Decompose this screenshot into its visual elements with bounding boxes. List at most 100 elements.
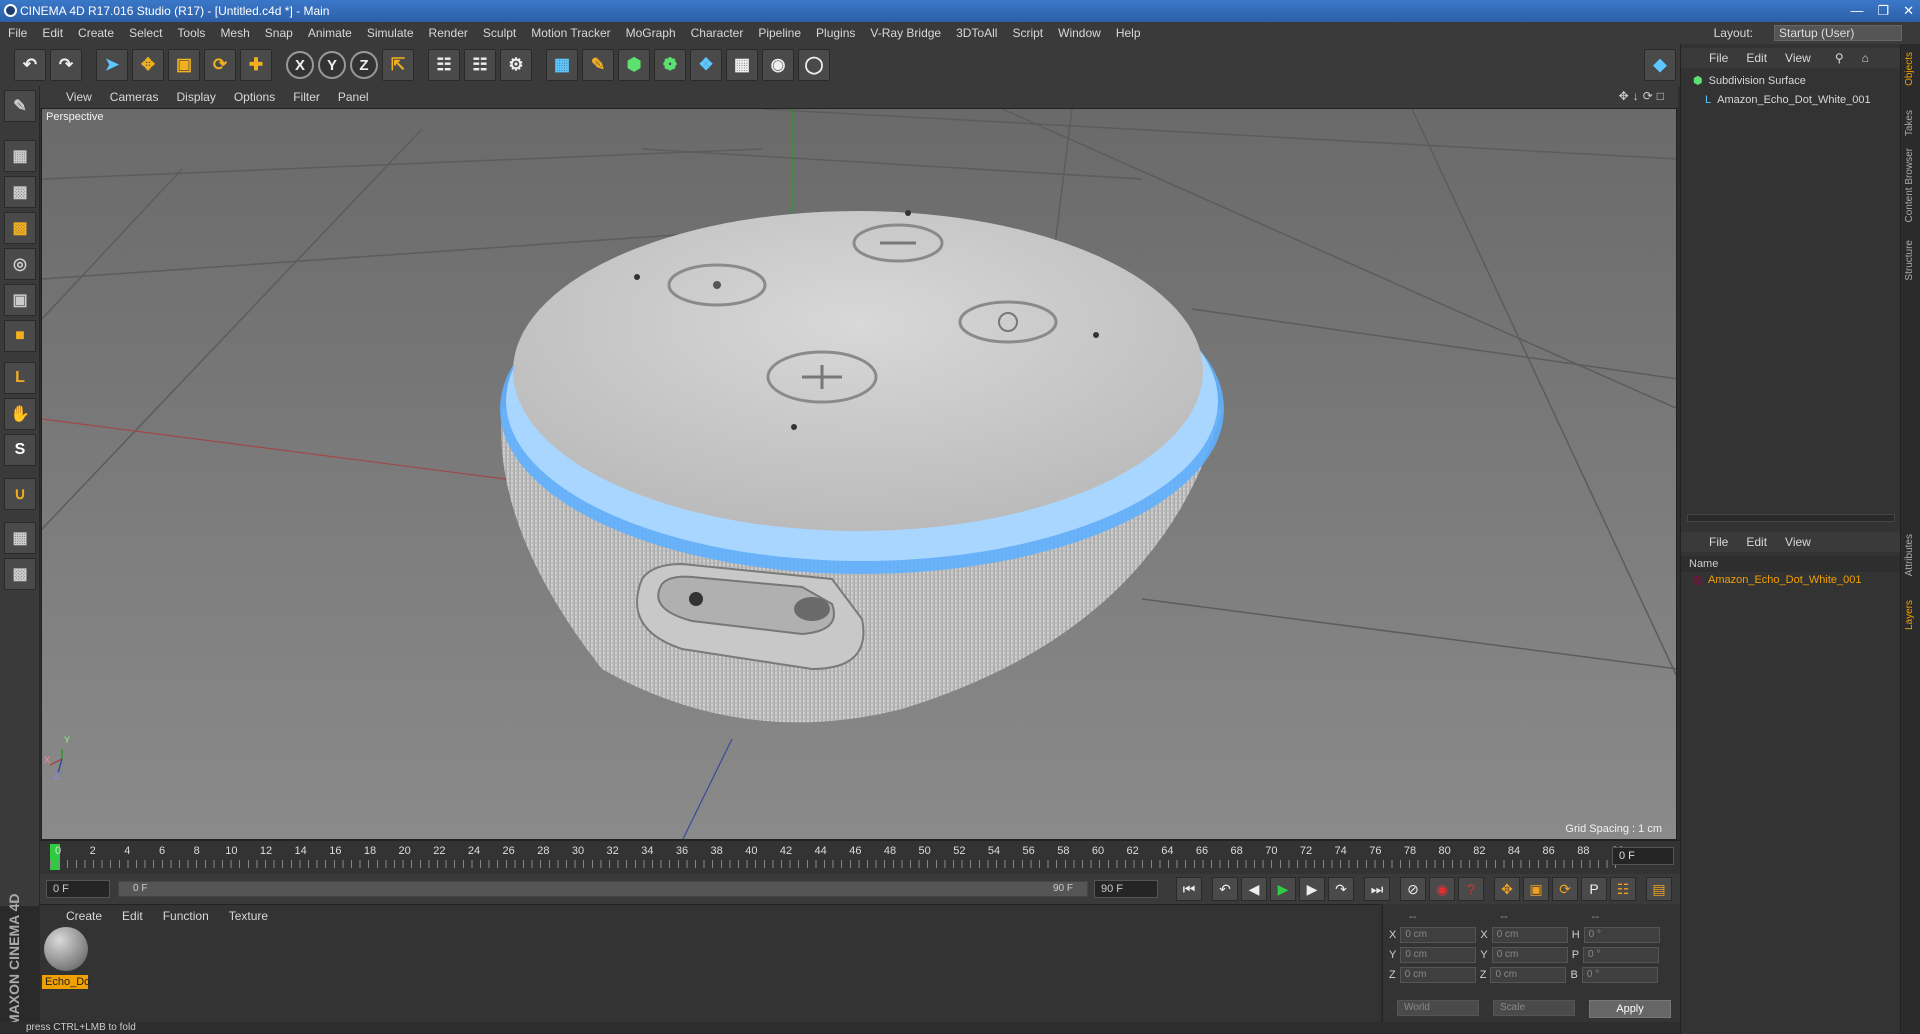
viewport-menu-panel[interactable]: Panel xyxy=(338,90,369,104)
layer-menu-edit[interactable]: Edit xyxy=(1746,535,1767,549)
layout-dropdown[interactable]: Startup (User) xyxy=(1774,25,1902,41)
viewport-menu-display[interactable]: Display xyxy=(176,90,215,104)
lock-workplane-icon[interactable]: ▦ xyxy=(4,522,36,554)
size-x-field[interactable]: 0 cm xyxy=(1491,927,1568,943)
viewport-menu-options[interactable]: Options xyxy=(234,90,275,104)
end-frame-field[interactable]: 90 F xyxy=(1094,880,1158,898)
menu-simulate[interactable]: Simulate xyxy=(367,26,414,40)
menu-snap[interactable]: Snap xyxy=(265,26,293,40)
menu-plugins[interactable]: Plugins xyxy=(816,26,855,40)
x-axis-lock-icon[interactable]: X xyxy=(286,51,314,79)
minimize-icon[interactable]: — xyxy=(1850,0,1863,22)
apply-button[interactable]: Apply xyxy=(1589,1000,1671,1018)
edges-mode-icon[interactable]: ▣ xyxy=(4,284,36,316)
object-row[interactable]: ⬢ Subdivision Surface xyxy=(1693,74,1806,88)
material-menu-texture[interactable]: Texture xyxy=(229,909,268,923)
light-icon[interactable]: ◯ xyxy=(798,49,830,81)
tab-structure[interactable]: Structure xyxy=(1904,240,1915,281)
position-y-field[interactable]: 0 cm xyxy=(1400,947,1477,963)
menu-script[interactable]: Script xyxy=(1012,26,1043,40)
menu-sculpt[interactable]: Sculpt xyxy=(483,26,516,40)
workplane-mode-icon[interactable]: ▩ xyxy=(4,212,36,244)
material-preview[interactable] xyxy=(44,927,88,971)
scale-icon[interactable]: ▣ xyxy=(168,49,200,81)
planar-workplane-icon[interactable]: ▩ xyxy=(4,558,36,590)
points-mode-icon[interactable]: ◎ xyxy=(4,248,36,280)
rotate-icon[interactable]: ⟳ xyxy=(204,49,236,81)
viewport-perspective[interactable]: Perspective Y X Z Grid Spacing : 1 cm xyxy=(41,108,1677,840)
render-settings-icon[interactable]: ⚙ xyxy=(500,49,532,81)
timeline-window-icon[interactable]: ▤ xyxy=(1646,877,1672,901)
object-menu-view[interactable]: View xyxy=(1785,51,1811,65)
home-icon[interactable]: ⌂ xyxy=(1862,51,1869,65)
model-mode-icon[interactable]: ▦ xyxy=(4,140,36,172)
menu-tools[interactable]: Tools xyxy=(177,26,205,40)
viewport-menu-filter[interactable]: Filter xyxy=(293,90,320,104)
next-frame-icon[interactable]: ▶ xyxy=(1299,877,1325,901)
menu-pipeline[interactable]: Pipeline xyxy=(758,26,801,40)
key-position-icon[interactable]: ✥ xyxy=(1494,877,1520,901)
menu-character[interactable]: Character xyxy=(691,26,744,40)
menu-vray-bridge[interactable]: V-Ray Bridge xyxy=(870,26,941,40)
key-scale-icon[interactable]: ▣ xyxy=(1523,877,1549,901)
pen-spline-icon[interactable]: ✎ xyxy=(582,49,614,81)
rotation-h-field[interactable]: 0 ° xyxy=(1583,927,1660,943)
redo-icon[interactable]: ↷ xyxy=(50,49,82,81)
tweak-mode-icon[interactable]: ✋ xyxy=(4,398,36,430)
axis-mode-icon[interactable]: L xyxy=(4,362,36,394)
object-menu-file[interactable]: File xyxy=(1709,51,1728,65)
move-icon[interactable]: ✥ xyxy=(132,49,164,81)
menu-render[interactable]: Render xyxy=(429,26,468,40)
y-axis-lock-icon[interactable]: Y xyxy=(318,51,346,79)
previous-frame-icon[interactable]: ◀ xyxy=(1241,877,1267,901)
restore-icon[interactable]: ❐ xyxy=(1877,0,1889,22)
camera-icon[interactable]: ◉ xyxy=(762,49,794,81)
menu-motion-tracker[interactable]: Motion Tracker xyxy=(531,26,610,40)
live-selection-icon[interactable]: ➤ xyxy=(96,49,128,81)
material-name[interactable]: Echo_Do xyxy=(42,975,90,989)
floor-icon[interactable]: ▦ xyxy=(726,49,758,81)
rotation-p-field[interactable]: 0 ° xyxy=(1583,947,1660,963)
snap-icon[interactable]: S xyxy=(4,434,36,466)
tab-content-browser[interactable]: Content Browser xyxy=(1904,148,1915,222)
search-icon[interactable]: ⚲ xyxy=(1835,51,1844,65)
go-to-end-icon[interactable]: ⏭ xyxy=(1364,877,1390,901)
make-editable-icon[interactable]: ✎ xyxy=(4,90,36,122)
z-axis-lock-icon[interactable]: Z xyxy=(350,51,378,79)
render-view-icon[interactable]: ☷ xyxy=(428,49,460,81)
subdivision-surface-icon[interactable]: ⬢ xyxy=(618,49,650,81)
size-mode-dropdown[interactable]: Scale xyxy=(1493,1000,1575,1016)
position-x-field[interactable]: 0 cm xyxy=(1400,927,1477,943)
start-frame-field[interactable]: 0 F xyxy=(46,880,110,898)
menu-help[interactable]: Help xyxy=(1116,26,1141,40)
menu-3dtoall[interactable]: 3DToAll xyxy=(956,26,997,40)
coordinate-space-dropdown[interactable]: World xyxy=(1397,1000,1479,1016)
material-menu-function[interactable]: Function xyxy=(163,909,209,923)
close-icon[interactable]: ✕ xyxy=(1903,0,1914,22)
record-active-icon[interactable]: ⊘ xyxy=(1400,877,1426,901)
undo-icon[interactable]: ↶ xyxy=(14,49,46,81)
layer-menu-view[interactable]: View xyxy=(1785,535,1811,549)
cube-object-icon[interactable]: ▦ xyxy=(546,49,578,81)
python-icon[interactable]: ◆ xyxy=(1644,49,1676,81)
menu-select[interactable]: Select xyxy=(129,26,162,40)
play-icon[interactable]: ▶ xyxy=(1270,877,1296,901)
object-row[interactable]: L Amazon_Echo_Dot_White_001 xyxy=(1705,94,1871,106)
key-rotation-icon[interactable]: ⟳ xyxy=(1552,877,1578,901)
polygons-mode-icon[interactable]: ■ xyxy=(4,320,36,352)
recent-tools-icon[interactable]: ✚ xyxy=(240,49,272,81)
size-y-field[interactable]: 0 cm xyxy=(1491,947,1568,963)
material-menu-create[interactable]: Create xyxy=(66,909,102,923)
frame-range-slider[interactable]: 0 F 90 F xyxy=(118,881,1088,897)
rotation-b-field[interactable]: 0 ° xyxy=(1581,967,1658,983)
render-picture-viewer-icon[interactable]: ☷ xyxy=(464,49,496,81)
layer-row[interactable]: Amazon_Echo_Dot_White_001 xyxy=(1693,574,1861,586)
layer-menu-file[interactable]: File xyxy=(1709,535,1728,549)
autokey-icon[interactable]: ◉ xyxy=(1429,877,1455,901)
current-frame-field[interactable]: 0 F xyxy=(1612,847,1674,865)
coordinate-system-icon[interactable]: ⇱ xyxy=(382,49,414,81)
keyframe-selection-icon[interactable]: ? xyxy=(1458,877,1484,901)
material-menu-edit[interactable]: Edit xyxy=(122,909,143,923)
texture-mode-icon[interactable]: ▩ xyxy=(4,176,36,208)
key-parameter-icon[interactable]: P xyxy=(1581,877,1607,901)
